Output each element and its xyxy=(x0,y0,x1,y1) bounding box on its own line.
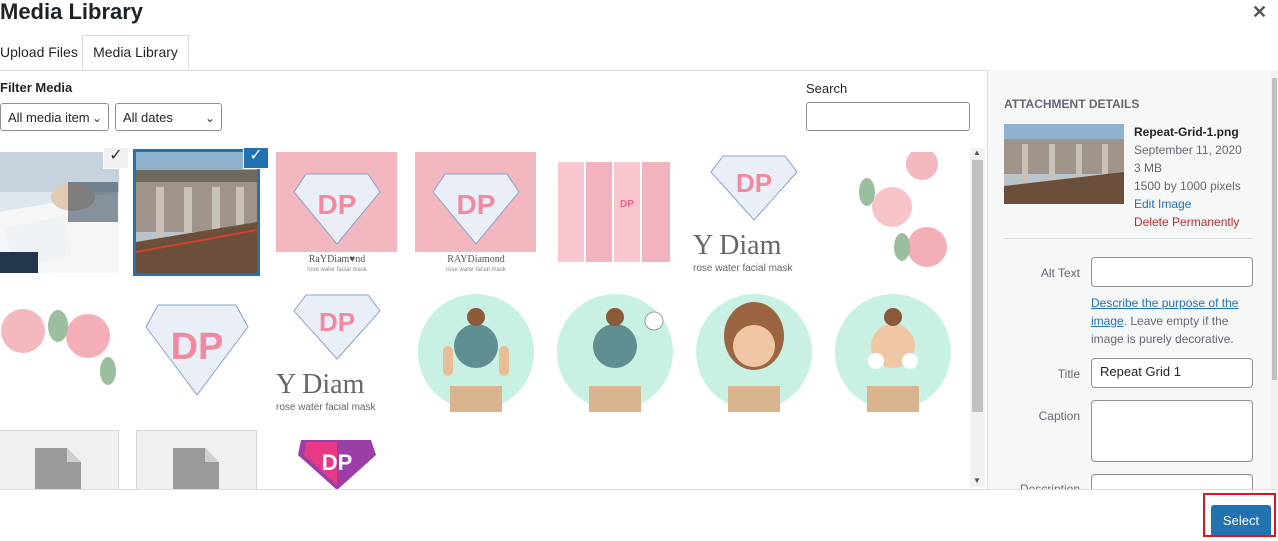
woman-illustration xyxy=(832,291,953,412)
tab-upload-files[interactable]: Upload Files xyxy=(0,36,80,69)
attachment-date: September 11, 2020 xyxy=(1134,143,1242,157)
check-icon[interactable]: ✓ xyxy=(244,148,268,168)
attachment-filename: Repeat-Grid-1.png xyxy=(1134,125,1239,139)
details-divider xyxy=(1004,238,1253,239)
attachment-dimensions: 1500 by 1000 pixels xyxy=(1134,179,1241,193)
svg-text:DP: DP xyxy=(319,307,355,337)
media-tile[interactable] xyxy=(832,152,953,273)
search-input[interactable] xyxy=(806,102,970,131)
page-title: Media Library xyxy=(0,0,144,24)
title-field[interactable]: Repeat Grid 1 xyxy=(1091,358,1253,388)
attachment-thumbnail xyxy=(1004,124,1124,204)
alt-text-help: Describe the purpose of the image. Leave… xyxy=(1091,296,1239,346)
woman-illustration xyxy=(554,291,675,412)
svg-text:Y Diam: Y Diam xyxy=(276,369,365,400)
svg-text:rose water facial mask: rose water facial mask xyxy=(307,267,368,273)
svg-text:RAYDiamond: RAYDiamond xyxy=(447,254,504,265)
caption-label: Caption xyxy=(1038,409,1080,423)
alt-text-field[interactable] xyxy=(1091,257,1253,287)
media-grid: ✓ ✓ DP RaYDiam♥nd rose water facial mask xyxy=(0,148,968,489)
attachment-details-heading: ATTACHMENT DETAILS xyxy=(1004,97,1140,111)
business-photo xyxy=(0,152,119,273)
tab-bar: Upload Files Media Library xyxy=(0,34,1278,71)
description-field[interactable] xyxy=(1091,474,1253,489)
media-tile[interactable] xyxy=(0,152,119,273)
ray-diamond-image: DP RaYDiam♥nd rose water facial mask xyxy=(276,152,397,273)
media-tile[interactable]: DP xyxy=(554,152,675,273)
media-tile[interactable] xyxy=(554,291,675,412)
media-tile[interactable] xyxy=(693,291,814,412)
ray-diamond-image: DP RAYDiamond rose water facial mask xyxy=(415,152,536,273)
svg-text:rose water facial mask: rose water facial mask xyxy=(276,402,376,412)
title-label: Title xyxy=(1057,367,1080,381)
check-icon[interactable]: ✓ xyxy=(104,148,128,168)
logo-text-image: DP Y Diam rose water facial mask xyxy=(276,291,397,412)
delete-permanently-link[interactable]: Delete Permanently xyxy=(1134,213,1242,231)
alt-text-label: Alt Text xyxy=(1040,266,1080,280)
media-tile[interactable] xyxy=(0,430,119,489)
grid-scroll-thumb[interactable] xyxy=(972,160,983,412)
caption-field[interactable] xyxy=(1091,400,1253,462)
media-tile[interactable] xyxy=(0,291,119,412)
media-tile-selected[interactable] xyxy=(136,152,257,273)
sidebar-scroll-thumb[interactable] xyxy=(1272,78,1277,380)
svg-text:RaYDiam♥nd: RaYDiam♥nd xyxy=(309,254,365,265)
woman-illustration xyxy=(693,291,814,412)
media-tile[interactable] xyxy=(136,430,257,489)
packaging-image: DP xyxy=(554,152,675,273)
logo-text-image: DP Y Diam rose water facial mask xyxy=(693,152,814,273)
svg-text:DP: DP xyxy=(457,189,496,220)
svg-text:rose water facial mask: rose water facial mask xyxy=(693,263,793,273)
chevron-down-icon: ⌄ xyxy=(204,111,215,125)
close-icon[interactable]: ✕ xyxy=(1252,2,1267,23)
document-icon xyxy=(35,448,81,489)
tab-media-library[interactable]: Media Library xyxy=(82,35,189,70)
svg-text:DP: DP xyxy=(318,189,357,220)
media-tile[interactable]: DP xyxy=(136,291,257,412)
attachment-info: Repeat-Grid-1.png September 11, 2020 3 M… xyxy=(1134,123,1242,231)
construction-photo xyxy=(136,152,257,273)
svg-text:DP: DP xyxy=(171,326,224,368)
media-tile[interactable]: DP xyxy=(276,430,397,489)
search-label: Search xyxy=(806,81,848,96)
media-tile[interactable]: DP Y Diam rose water facial mask xyxy=(276,291,397,412)
media-tile[interactable]: DP RAYDiamond rose water facial mask xyxy=(415,152,536,273)
scroll-up-icon[interactable]: ▲ xyxy=(973,148,981,157)
svg-text:DP: DP xyxy=(322,450,353,475)
svg-text:Y Diam: Y Diam xyxy=(693,230,782,261)
document-icon xyxy=(173,448,219,489)
modal-footer xyxy=(0,489,1278,541)
svg-text:DP: DP xyxy=(736,168,772,198)
media-tile[interactable] xyxy=(832,291,953,412)
media-type-select[interactable]: All media items ⌄ xyxy=(0,103,109,131)
media-tile[interactable] xyxy=(415,291,536,412)
date-select[interactable]: All dates ⌄ xyxy=(115,103,222,131)
logo-diamond-image: DP xyxy=(136,291,257,412)
date-value: All dates xyxy=(123,110,173,125)
edit-image-link[interactable]: Edit Image xyxy=(1134,195,1242,213)
woman-illustration xyxy=(415,291,536,412)
highlight-box xyxy=(1203,493,1276,537)
media-type-value: All media items xyxy=(8,110,97,125)
media-tile[interactable]: DP Y Diam rose water facial mask xyxy=(693,152,814,273)
scroll-down-icon[interactable]: ▼ xyxy=(973,476,981,485)
logo-dp-image: DP xyxy=(276,430,397,489)
chevron-down-icon: ⌄ xyxy=(88,104,102,130)
roses-image xyxy=(0,291,119,412)
attachment-size: 3 MB xyxy=(1134,161,1163,175)
media-tile[interactable]: DP RaYDiam♥nd rose water facial mask xyxy=(276,152,397,273)
svg-text:DP: DP xyxy=(620,199,634,210)
filter-media-label: Filter Media xyxy=(0,80,73,95)
roses-image xyxy=(832,152,953,273)
svg-text:rose water facial mask: rose water facial mask xyxy=(446,267,507,273)
